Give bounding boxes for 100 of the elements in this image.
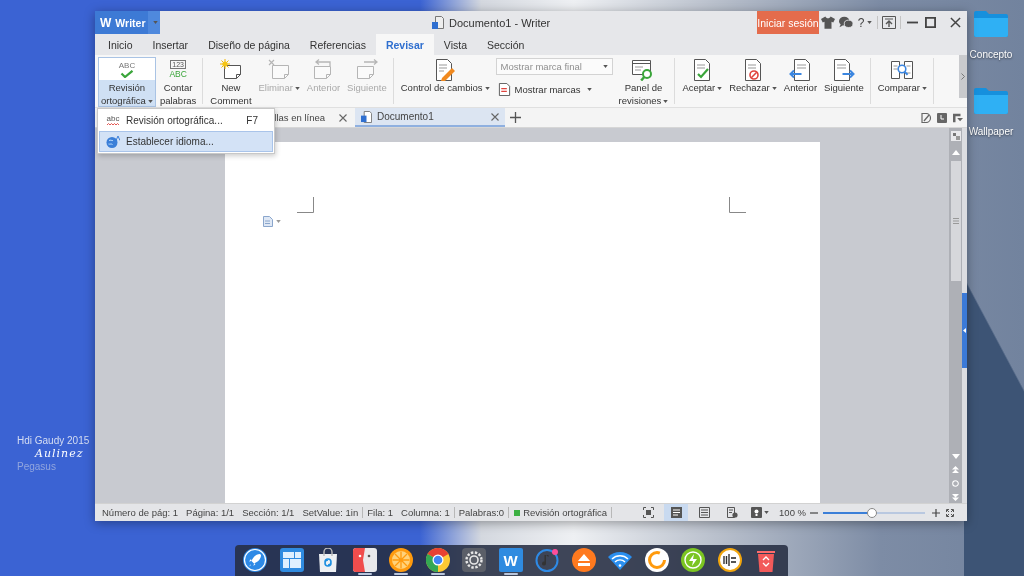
- document-icon: [361, 110, 372, 123]
- new-comment-button[interactable]: New Comment: [207, 57, 255, 107]
- music-note-icon[interactable]: [535, 548, 559, 572]
- segmented-circle-icon[interactable]: [425, 548, 450, 575]
- outline-view-icon: [698, 507, 710, 518]
- new-comment-icon: [219, 58, 242, 81]
- menu-tab[interactable]: Revisar: [375, 34, 434, 55]
- caret-icon: [275, 220, 281, 223]
- status-field: Palabras:0: [454, 507, 509, 518]
- next-change-button[interactable]: Siguiente: [821, 57, 867, 107]
- web-view-icon: [726, 507, 738, 518]
- plus-icon: [932, 508, 940, 517]
- side-panel-handle[interactable]: [962, 293, 967, 368]
- menu-tab[interactable]: Inicio: [98, 34, 143, 55]
- app-logo: W: [100, 15, 112, 30]
- globe-icon: [106, 135, 120, 148]
- menu-tab[interactable]: Referencias: [299, 34, 376, 55]
- app-logo[interactable]: W: [498, 548, 523, 575]
- two-tone-face-icon[interactable]: [352, 548, 377, 575]
- edit-icon[interactable]: [921, 112, 931, 123]
- spell-check-status[interactable]: Revisión ortográfica: [520, 507, 612, 518]
- chevron-right-icon: [961, 73, 965, 80]
- gear-icon[interactable]: [462, 548, 486, 572]
- close-icon[interactable]: [491, 112, 499, 121]
- zoom-level: 100 %: [779, 507, 806, 518]
- wallpaper-caption: Pegasus: [17, 460, 56, 473]
- maximize-icon: [924, 17, 936, 28]
- show-markup-button[interactable]: Mostrar marcas: [495, 80, 613, 98]
- shortcut-label: F7: [246, 115, 258, 126]
- status-square-icon: [514, 509, 521, 516]
- eject-icon[interactable]: [571, 548, 596, 572]
- expand-arrows-icon: [946, 508, 954, 517]
- shopping-bag-icon[interactable]: [316, 548, 340, 572]
- help-button[interactable]: ?: [855, 11, 875, 34]
- caret-icon: [764, 511, 770, 514]
- folder-label[interactable]: Concepto: [969, 49, 1013, 60]
- document-icon: [432, 16, 444, 29]
- page-view-button[interactable]: [664, 504, 689, 521]
- review-pane-icon: [632, 58, 655, 81]
- caret-icon: [602, 65, 608, 68]
- close-icon[interactable]: [339, 113, 347, 122]
- fit-window-button[interactable]: [944, 506, 956, 519]
- shirt-icon: [821, 16, 835, 29]
- window-title: Documento1 - Writer: [449, 16, 551, 29]
- next-comment-icon: [355, 58, 378, 81]
- status-field: Sección: 1/1: [238, 507, 299, 518]
- zoom-in-button[interactable]: [930, 506, 942, 519]
- menu-tab[interactable]: Sección: [477, 34, 535, 55]
- lightning-icon[interactable]: [681, 548, 705, 572]
- scrollbar-thumb[interactable]: [950, 161, 961, 281]
- rocket-icon[interactable]: [243, 548, 267, 572]
- trash-icon[interactable]: [754, 548, 778, 572]
- document-right-arrow-icon: [832, 58, 855, 81]
- chat-icon: [839, 16, 853, 29]
- reading-mode-icon: [751, 507, 763, 518]
- upload-box-icon: [882, 16, 896, 29]
- menu-item[interactable]: Establecer idioma...: [99, 131, 273, 152]
- split-view-icon[interactable]: [950, 131, 961, 141]
- grip-icon: [952, 218, 959, 224]
- fullscreen-icon: [642, 507, 654, 518]
- zoom-slider-thumb[interactable]: [866, 507, 877, 518]
- document-pencil-icon: [434, 58, 457, 81]
- caret-icon: [152, 21, 158, 24]
- review-pane-button[interactable]: Panel de revisiones: [615, 57, 672, 107]
- status-field: Número de pág: 1: [98, 507, 183, 518]
- caret-icon: [867, 21, 873, 24]
- wallpaper-caption: Hdi Gaudy 2015: [17, 434, 90, 447]
- compare-button[interactable]: Comparar: [874, 57, 930, 107]
- accept-change-button[interactable]: Aceptar: [679, 57, 726, 107]
- left-arrow-icon: [963, 328, 966, 333]
- menu-tab[interactable]: Vista: [433, 34, 477, 55]
- status-field: Columna: 1: [397, 507, 454, 518]
- status-field: Fila: 1: [363, 507, 398, 518]
- page-view-icon: [670, 507, 682, 518]
- window-grid-icon[interactable]: [279, 548, 304, 572]
- margin-corner-icon: [728, 197, 746, 213]
- app-menu-button[interactable]: W Writer: [95, 11, 148, 34]
- reject-change-button[interactable]: Rechazar: [726, 57, 780, 107]
- menu-tab[interactable]: Insertar: [142, 34, 199, 55]
- spell-check-button[interactable]: ABC Revisión ortográfica: [98, 57, 156, 107]
- wallpaper-signature: Aulinez: [35, 447, 84, 460]
- clock-icon[interactable]: [937, 112, 947, 123]
- plus-icon[interactable]: [510, 112, 521, 123]
- close-icon: [949, 17, 961, 28]
- delete-comment-icon: [268, 58, 291, 81]
- citrus-slice-icon[interactable]: [389, 548, 413, 575]
- document-left-arrow-icon: [789, 58, 812, 81]
- panel-menu-icon[interactable]: [953, 112, 963, 123]
- folder-label[interactable]: Wallpaper: [968, 126, 1014, 137]
- ring-icon[interactable]: [644, 548, 669, 572]
- vertical-scrollbar[interactable]: [949, 128, 962, 503]
- bars-circle-icon[interactable]: [717, 548, 742, 572]
- menu-tab[interactable]: Diseño de página: [198, 34, 300, 55]
- track-changes-button[interactable]: Control de cambios: [397, 57, 493, 107]
- status-field: Página: 1/1: [182, 507, 239, 518]
- compare-documents-icon: [891, 58, 914, 81]
- markup-icon: [497, 82, 511, 96]
- document-tab[interactable]: Documento1: [355, 108, 505, 127]
- status-field: SetValue: 1in: [298, 507, 363, 518]
- previous-change-button[interactable]: Anterior: [780, 57, 821, 107]
